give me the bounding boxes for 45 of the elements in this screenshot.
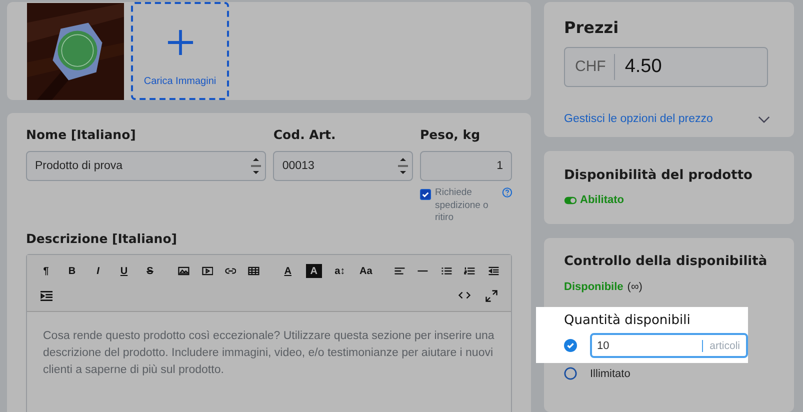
input-field[interactable]: 1 (420, 151, 512, 181)
input-field[interactable]: Prodotto di prova (26, 151, 266, 181)
format-button[interactable]: ¶ (38, 264, 54, 278)
format-button[interactable]: Aa (358, 264, 374, 278)
group-label: Quantità disponibili (564, 313, 692, 328)
price-field[interactable]: CHF 4.50 (564, 47, 768, 87)
numbers-icon[interactable] (464, 265, 476, 277)
align-icon[interactable] (394, 265, 406, 277)
format-button[interactable]: I (90, 264, 106, 278)
radio-button[interactable] (564, 367, 577, 380)
format-button[interactable]: A (306, 264, 322, 278)
outdent-icon[interactable] (488, 265, 500, 277)
currency-label: CHF (565, 54, 615, 80)
input-field[interactable]: 00013 (273, 151, 413, 181)
format-button[interactable]: a↕ (332, 264, 348, 278)
checkbox-label: Richiede spedizione o ritiro (435, 187, 490, 224)
card-title: Disponibilità del prodotto (564, 168, 754, 183)
format-button[interactable]: A (280, 264, 296, 278)
format-button[interactable]: B (64, 264, 80, 278)
field-label: Nome [Italiano] (26, 127, 137, 142)
field-label: Peso, kg (420, 127, 482, 142)
plus-icon (166, 29, 194, 56)
chevron-icon[interactable] (758, 116, 770, 122)
help-icon[interactable] (502, 187, 512, 198)
card-title: Controllo della disponibilità (563, 254, 768, 269)
status-text: Abilitato (580, 194, 624, 206)
bullets-icon[interactable] (440, 265, 452, 277)
checkbox[interactable] (420, 189, 431, 200)
table-icon[interactable] (248, 265, 260, 277)
radio-button[interactable] (564, 339, 577, 352)
indent-icon[interactable] (39, 290, 54, 302)
status-note: (∞) (627, 281, 642, 293)
quantity-field[interactable]: 10 articoli (590, 333, 748, 358)
field-label: Descrizione [Italiano] (26, 230, 178, 246)
format-button[interactable]: U (116, 264, 132, 278)
card-title: Prezzi (564, 18, 620, 37)
format-button[interactable]: S (142, 264, 158, 278)
option-label: Illimitato (590, 368, 630, 380)
video-icon[interactable] (202, 265, 213, 277)
expand-icon[interactable] (484, 290, 499, 302)
field-label: Cod. Art. (273, 127, 337, 142)
image-icon[interactable] (178, 265, 190, 277)
unit-label: articoli (702, 340, 740, 352)
toggle-switch[interactable] (564, 196, 577, 204)
status-text: Disponibile (564, 281, 624, 293)
